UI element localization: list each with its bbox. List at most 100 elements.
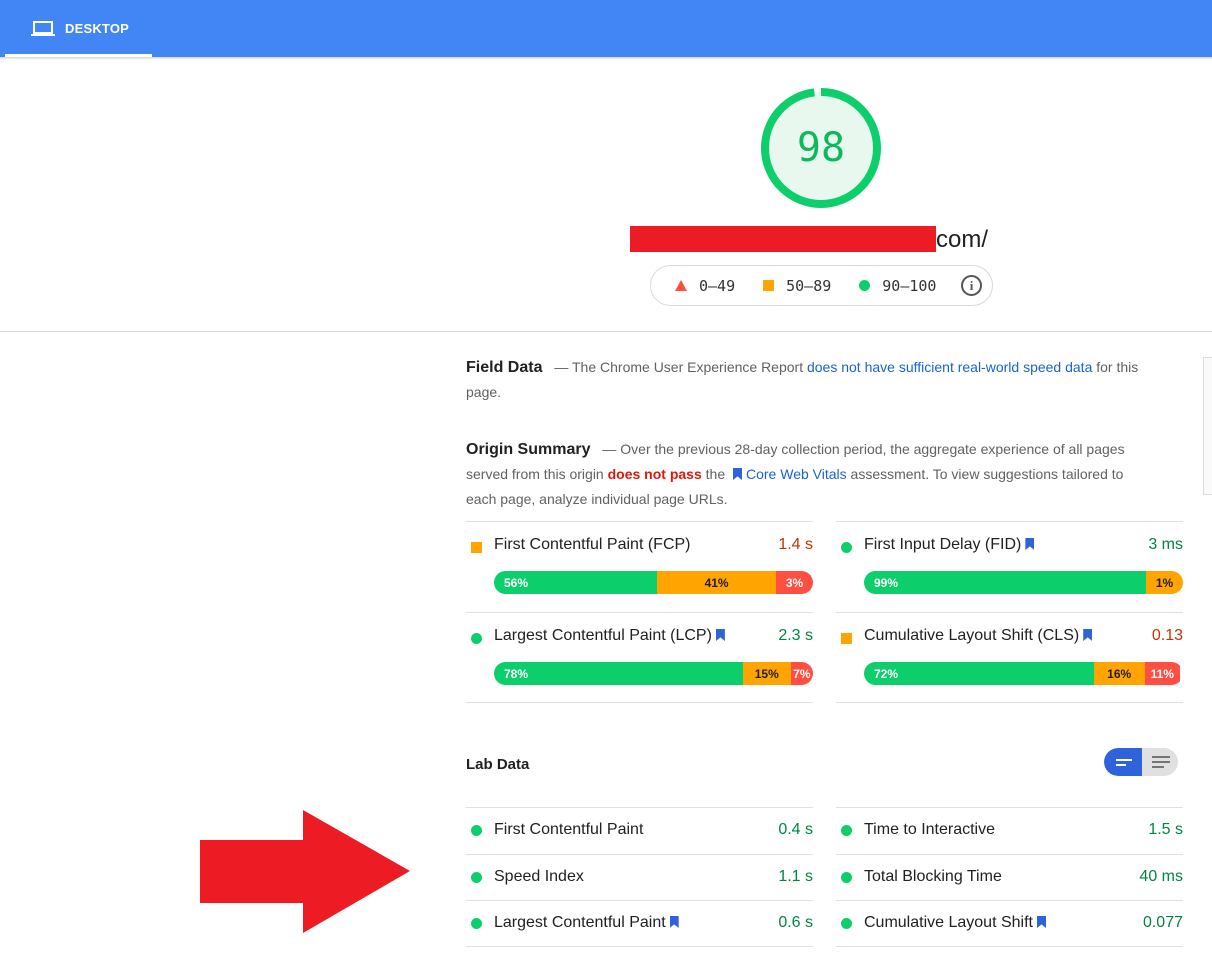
- lab-metric-name: First Contentful Paint: [494, 821, 644, 838]
- bar-segment-good: 99%: [864, 571, 1146, 594]
- bookmark-icon: [1036, 916, 1046, 928]
- metric-card-fid: First Input Delay (FID) 3 ms 99% 1%: [836, 521, 1183, 611]
- tab-label: DESKTOP: [65, 21, 130, 36]
- page-url: com/: [936, 226, 989, 253]
- distribution-bar: 56% 41% 3%: [494, 571, 813, 594]
- metric-value: 1.4 s: [778, 536, 813, 553]
- origin-summary-heading: Origin Summary: [466, 441, 591, 458]
- legend-item-poor: 0–49: [675, 277, 735, 295]
- laptop-icon: [31, 20, 55, 36]
- lab-metric-value: 1.1 s: [778, 868, 813, 885]
- legend-item-average: 50–89: [763, 277, 831, 295]
- metrics-bottom-border: [836, 702, 1183, 703]
- metric-name: First Input Delay (FID): [864, 536, 1038, 554]
- metric-card-fcp: First Contentful Paint (FCP) 1.4 s 56% 4…: [466, 521, 813, 611]
- lab-metric-value: 1.5 s: [1148, 821, 1183, 838]
- origin-summary-section: Origin Summary — Over the previous 28-da…: [466, 437, 1146, 512]
- legend-range: 90–100: [882, 276, 937, 295]
- metric-name: First Contentful Paint (FCP): [494, 536, 691, 553]
- performance-score: 98: [796, 125, 846, 171]
- metric-name: Largest Contentful Paint (LCP): [494, 627, 729, 645]
- square-icon: [763, 280, 775, 291]
- bar-segment-good: 78%: [494, 662, 743, 685]
- metric-card-cls: Cumulative Layout Shift (CLS) 0.13 72% 1…: [836, 612, 1183, 702]
- lab-metric-name: Time to Interactive: [864, 821, 996, 838]
- bar-segment-average: 1%: [1146, 571, 1183, 594]
- triangle-icon: [675, 280, 687, 291]
- bar-segment-average: 41%: [657, 571, 776, 594]
- circle-icon: [471, 633, 482, 644]
- score-legend: 0–49 50–89 90–100 i: [650, 265, 993, 306]
- bar-segment-poor: 3%: [776, 571, 813, 594]
- legend-range: 0–49: [699, 276, 736, 295]
- lab-metric-name: Cumulative Layout Shift: [864, 914, 1050, 932]
- metric-value: 3 ms: [1148, 536, 1183, 553]
- bar-segment-poor: 7%: [790, 662, 813, 685]
- field-data-heading: Field Data: [466, 359, 543, 376]
- lab-metric-value: 40 ms: [1139, 868, 1183, 885]
- lab-metric-name: Total Blocking Time: [864, 868, 1002, 885]
- info-icon[interactable]: i: [961, 275, 982, 296]
- metric-name: Cumulative Layout Shift (CLS): [864, 627, 1096, 645]
- square-icon: [841, 633, 852, 644]
- lab-metric-value: 0.077: [1142, 914, 1183, 931]
- lab-metric-name: Speed Index: [494, 868, 584, 885]
- distribution-bar: 72% 16% 11%: [864, 662, 1183, 685]
- lab-metric-value: 0.4 s: [778, 821, 813, 838]
- lab-metric-row: Total Blocking Time 40 ms: [836, 854, 1183, 900]
- circle-icon: [841, 825, 852, 836]
- red-arrow-annotation: [200, 810, 410, 933]
- toggle-expanded-view[interactable]: [1142, 748, 1178, 776]
- bookmark-icon: [669, 916, 679, 928]
- lab-bottom-border: [466, 946, 813, 947]
- bar-segment-good: 72%: [864, 662, 1094, 685]
- square-icon: [471, 542, 482, 553]
- view-toggle[interactable]: [1104, 748, 1178, 776]
- circle-icon: [471, 872, 482, 883]
- lab-metric-row: Speed Index 1.1 s: [466, 854, 813, 900]
- top-bar-shadow: [0, 57, 1212, 60]
- lab-metric-value: 0.6 s: [778, 914, 813, 931]
- lab-bottom-border: [836, 946, 1183, 947]
- lab-metric-row: Largest Contentful Paint 0.6 s: [466, 900, 813, 946]
- circle-icon: [859, 280, 871, 291]
- metric-value: 0.13: [1151, 627, 1183, 644]
- lab-metric-row: Cumulative Layout Shift 0.077: [836, 900, 1183, 946]
- bar-segment-good: 56%: [494, 571, 658, 594]
- bookmark-icon: [733, 468, 742, 480]
- url-redaction: [630, 226, 936, 252]
- core-web-vitals-link[interactable]: Core Web Vitals: [746, 466, 847, 482]
- circle-icon: [471, 918, 482, 929]
- lab-metric-row: Time to Interactive 1.5 s: [836, 807, 1183, 853]
- bar-segment-average: 15%: [742, 662, 791, 685]
- distribution-bar: 99% 1%: [864, 571, 1183, 594]
- bar-segment-average: 16%: [1093, 662, 1145, 685]
- toggle-compact-view[interactable]: [1104, 748, 1142, 776]
- circle-icon: [841, 872, 852, 883]
- tab-desktop[interactable]: DESKTOP: [5, 0, 152, 57]
- field-data-text: — The Chrome User Experience Report: [554, 359, 807, 375]
- circle-icon: [841, 542, 852, 553]
- metrics-bottom-border: [466, 702, 813, 703]
- bookmark-icon: [1083, 629, 1093, 641]
- section-divider: [0, 331, 1212, 332]
- circle-icon: [471, 825, 482, 836]
- scrollbar[interactable]: [1203, 357, 1212, 495]
- bookmark-icon: [1025, 538, 1035, 550]
- field-data-link[interactable]: does not have sufficient real-world spee…: [807, 359, 1092, 375]
- top-bar: DESKTOP: [0, 0, 1212, 57]
- lab-data-heading: Lab Data: [466, 756, 530, 773]
- origin-summary-text-2: the: [701, 466, 729, 482]
- legend-item-good: 90–100: [859, 277, 936, 295]
- lab-metric-name: Largest Contentful Paint: [494, 914, 683, 932]
- bar-segment-poor: 11%: [1144, 662, 1180, 685]
- bookmark-icon: [715, 629, 725, 641]
- circle-icon: [841, 918, 852, 929]
- metric-value: 2.3 s: [778, 627, 813, 644]
- legend-range: 50–89: [786, 276, 832, 295]
- lab-metric-row: First Contentful Paint 0.4 s: [466, 807, 813, 853]
- distribution-bar: 78% 15% 7%: [494, 662, 813, 685]
- field-data-section: Field Data — The Chrome User Experience …: [466, 355, 1146, 405]
- metric-card-lcp: Largest Contentful Paint (LCP) 2.3 s 78%…: [466, 612, 813, 702]
- cwv-fail-text: does not pass: [607, 466, 702, 482]
